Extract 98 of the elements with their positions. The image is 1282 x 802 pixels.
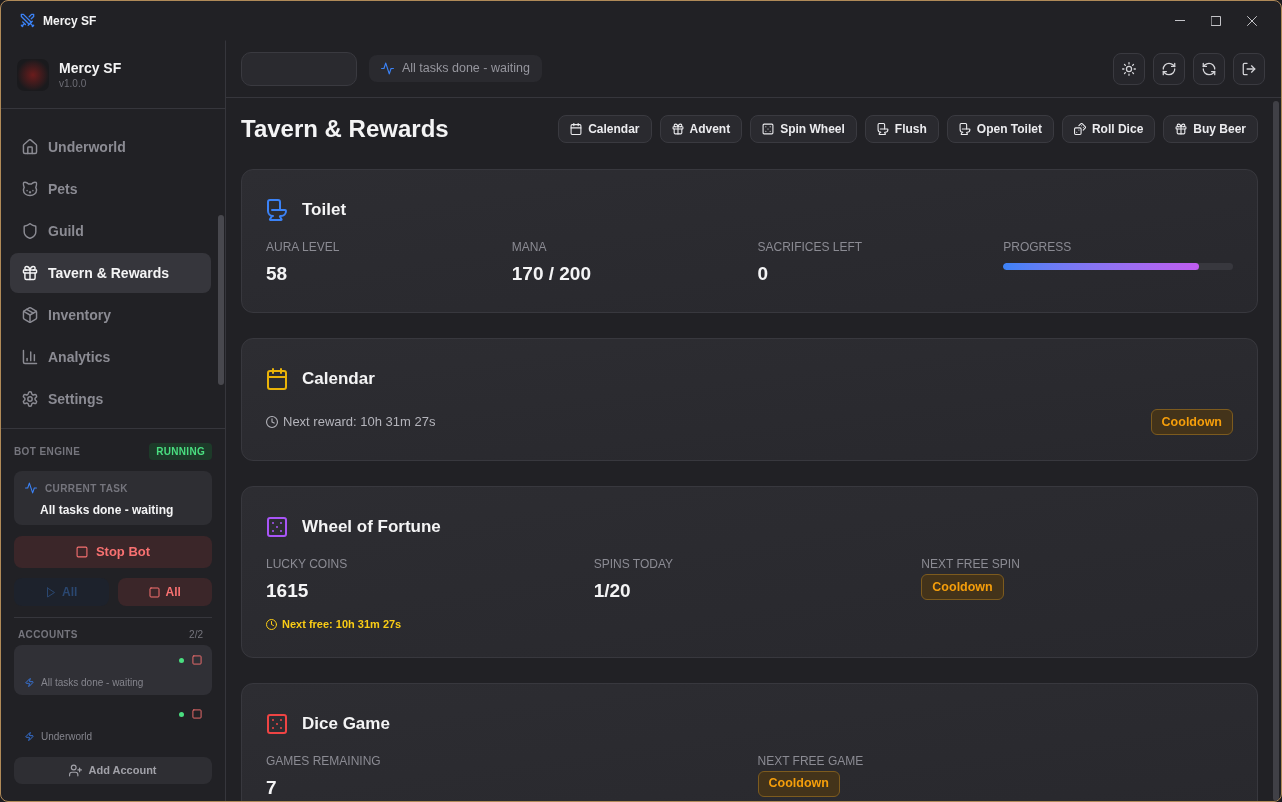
cooldown-badge: Cooldown	[1150, 409, 1233, 435]
action-button[interactable]: Open Toilet	[946, 115, 1054, 143]
current-task-value: All tasks done - waiting	[40, 502, 175, 519]
next-free-timer: Next free: 10h 31m 27s	[282, 617, 402, 632]
refresh-icon	[1162, 61, 1176, 76]
square-icon	[75, 546, 88, 558]
stat-label: SPINS TODAY	[593, 556, 673, 572]
stat-label: GAMES REMAINING	[266, 752, 381, 769]
bolt-icon	[25, 732, 34, 741]
sidebar-nav-item[interactable]: Pets	[10, 169, 211, 209]
action-button[interactable]: Roll Dice	[1061, 115, 1156, 143]
avatar-placeholder	[17, 58, 49, 91]
stop-square-icon	[192, 709, 202, 719]
window-title: Mercy SF	[43, 12, 97, 30]
sync-button[interactable]	[1193, 52, 1225, 85]
app-version: v1.0.0	[59, 76, 88, 91]
stat-label: AURA LEVEL	[266, 239, 340, 255]
sidebar-nav-item[interactable]: Guild	[10, 211, 211, 251]
gift-icon	[22, 265, 38, 281]
sidebar-nav-item[interactable]: Analytics	[10, 337, 211, 377]
card-title: Dice Game	[302, 712, 390, 735]
stat-value: 7	[266, 775, 277, 800]
stat-value: 1/20	[593, 579, 631, 603]
cat-icon	[22, 181, 38, 197]
scrollbar-thumb[interactable]	[218, 215, 224, 385]
minimize-icon	[1175, 20, 1185, 21]
refresh-button[interactable]	[1153, 52, 1185, 85]
close-icon	[1247, 15, 1257, 26]
play-icon	[45, 586, 57, 598]
sidebar-nav-item[interactable]: Inventory	[10, 295, 211, 335]
stat-label: LUCKY COINS	[266, 556, 348, 572]
toilet-icon	[876, 123, 889, 135]
account-status: All tasks done - waiting	[41, 676, 144, 690]
stat-label: PROGRESS	[1003, 239, 1072, 255]
pulse-icon	[381, 62, 394, 75]
stop-square-icon	[192, 655, 202, 665]
action-button[interactable]: Advent	[659, 115, 743, 143]
dice-icon	[762, 123, 775, 135]
action-button[interactable]: Spin Wheel	[750, 115, 857, 143]
selector-field[interactable]	[241, 51, 357, 86]
clock-icon	[266, 618, 277, 630]
cooldown-badge: Cooldown	[757, 770, 840, 797]
status-text: All tasks done - waiting	[402, 60, 530, 78]
crossed-swords-icon	[20, 13, 35, 28]
stat-value: 1615	[266, 579, 309, 603]
square-icon	[148, 586, 160, 598]
stat-value: 58	[266, 262, 288, 286]
page-title: Tavern & Rewards	[241, 115, 449, 143]
house-icon	[22, 139, 38, 155]
toilet-icon	[958, 123, 971, 135]
sun-icon	[1122, 61, 1136, 76]
stat-value: 170 / 200	[511, 262, 591, 286]
stat-label: SACRIFICES LEFT	[757, 239, 863, 255]
action-button[interactable]: Buy Beer	[1163, 115, 1258, 143]
add-account-button[interactable]: Add Account	[14, 757, 212, 784]
sidebar-nav-item[interactable]: Tavern & Rewards	[10, 253, 211, 293]
sidebar-nav-item[interactable]: Underworld	[10, 127, 211, 167]
account-card[interactable]: Underworld	[14, 699, 212, 749]
section-label: ACCOUNTS	[18, 627, 78, 642]
account-card[interactable]: All tasks done - waiting	[14, 645, 212, 695]
account-count: 2/2	[189, 627, 203, 642]
app-name: Mercy SF	[59, 58, 122, 77]
card-title: Wheel of Fortune	[302, 516, 441, 539]
account-status: Underworld	[41, 730, 93, 744]
settings-icon	[22, 391, 38, 407]
shield-icon	[22, 223, 38, 239]
maximize-icon	[1211, 15, 1221, 26]
pulse-icon	[25, 482, 37, 494]
scrollbar-thumb[interactable]	[1273, 101, 1279, 801]
dice-pair-icon	[1073, 123, 1086, 135]
action-button[interactable]: Calendar	[558, 115, 652, 143]
theme-button[interactable]	[1113, 52, 1145, 85]
calendar-icon	[570, 123, 583, 135]
cooldown-badge: Cooldown	[921, 574, 1004, 600]
section-label: BOT ENGINE	[14, 445, 81, 459]
stop-bot-button[interactable]: Stop Bot	[14, 536, 212, 568]
gift-icon	[671, 123, 684, 135]
next-reward-timer: Next reward: 10h 31m 27s	[283, 413, 436, 432]
bar-chart-icon	[22, 349, 38, 365]
status-badge: RUNNING	[149, 443, 212, 460]
stop-all-button[interactable]: All	[117, 578, 212, 606]
logout-icon	[1242, 61, 1256, 76]
card-title: Calendar	[302, 368, 375, 391]
sidebar-nav-item[interactable]: Settings	[10, 379, 211, 419]
stat-label: MANA	[511, 239, 547, 255]
stat-label: NEXT FREE SPIN	[921, 556, 1020, 572]
card-title: Toilet	[302, 199, 347, 222]
stat-value: 0	[757, 262, 769, 286]
action-button[interactable]: Flush	[864, 115, 939, 143]
clock-icon	[266, 416, 278, 428]
current-task-label: CURRENT TASK	[45, 481, 128, 496]
logout-button[interactable]	[1233, 52, 1265, 85]
stat-label: NEXT FREE GAME	[757, 752, 864, 769]
box-icon	[22, 307, 38, 323]
gift-icon	[1175, 123, 1188, 135]
user-plus-icon	[69, 764, 83, 777]
sync-icon	[1202, 61, 1216, 76]
bolt-icon	[25, 678, 34, 687]
